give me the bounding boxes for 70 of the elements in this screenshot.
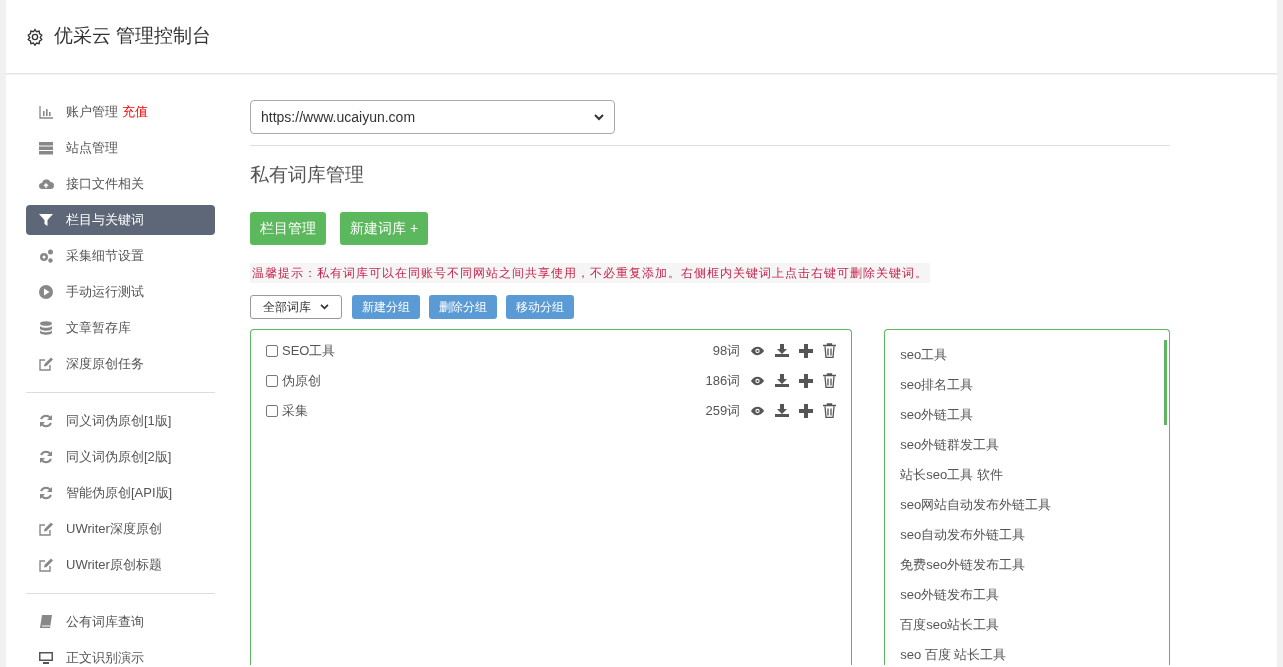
library-name: 伪原创 bbox=[282, 371, 321, 390]
sidebar-item[interactable]: 正文识别演示 bbox=[26, 643, 215, 667]
section-title: 私有词库管理 bbox=[250, 163, 365, 187]
bar-chart-icon bbox=[38, 104, 54, 120]
plus-icon[interactable] bbox=[799, 403, 814, 418]
keyword-item[interactable]: 百度seo站长工具 bbox=[900, 609, 1169, 640]
word-count: 186词 bbox=[705, 371, 741, 390]
cloud-upload-icon bbox=[38, 176, 54, 192]
database-icon bbox=[38, 320, 54, 336]
keyword-item[interactable]: 站长seo工具 软件 bbox=[900, 459, 1169, 490]
chevron-down-icon bbox=[320, 303, 329, 310]
trash-icon[interactable] bbox=[823, 373, 837, 388]
library-name: SEO工具 bbox=[282, 341, 336, 360]
refresh-icon bbox=[38, 485, 54, 501]
checkbox[interactable] bbox=[266, 344, 278, 357]
download-icon[interactable] bbox=[775, 344, 790, 357]
edit-icon bbox=[38, 356, 54, 372]
keyword-item[interactable]: 免费seo外链发布工具 bbox=[900, 549, 1169, 580]
filter-icon bbox=[38, 212, 54, 228]
refresh-icon bbox=[38, 413, 54, 429]
tip-text: 温馨提示：私有词库可以在同账号不同网站之间共享使用，不必重复添加。右侧框内关键词上点击右键可删除关键词。 bbox=[250, 262, 930, 283]
sidebar-item[interactable]: 智能伪原创[API版] bbox=[26, 478, 215, 508]
keyword-item[interactable]: seo自动发布外链工具 bbox=[900, 519, 1169, 550]
sidebar-item[interactable]: UWriter深度原创 bbox=[26, 514, 215, 544]
sidebar-item[interactable]: 接口文件相关 bbox=[26, 169, 215, 199]
server-icon bbox=[38, 140, 54, 156]
eye-icon[interactable] bbox=[750, 345, 766, 356]
recharge-link[interactable]: 充值 bbox=[122, 102, 148, 122]
keyword-item[interactable]: seo 百度 站长工具 bbox=[900, 639, 1169, 667]
play-icon bbox=[38, 284, 54, 300]
trash-icon[interactable] bbox=[823, 403, 837, 418]
chevron-down-icon bbox=[594, 113, 604, 121]
sidebar-item[interactable]: 同义词伪原创[1版] bbox=[26, 406, 215, 436]
word-count: 98词 bbox=[712, 341, 741, 360]
sidebar-item[interactable]: UWriter原创标题 bbox=[26, 550, 215, 580]
keyword-item[interactable]: seo网站自动发布外链工具 bbox=[900, 489, 1169, 520]
library-name: 采集 bbox=[282, 401, 308, 420]
sidebar-item[interactable]: 栏目与关键词 bbox=[26, 205, 215, 235]
sidebar-item[interactable]: 采集细节设置 bbox=[26, 241, 215, 271]
keyword-item[interactable]: seo外链群发工具 bbox=[900, 429, 1169, 460]
site-select[interactable]: https://www.ucaiyun.com bbox=[250, 100, 615, 134]
keyword-item[interactable]: seo排名工具 bbox=[900, 369, 1169, 400]
settings-icon bbox=[26, 27, 44, 46]
sidebar-item[interactable]: 深度原创任务 bbox=[26, 349, 215, 379]
checkbox[interactable] bbox=[266, 374, 278, 387]
book-icon bbox=[38, 614, 54, 630]
scrollbar-thumb[interactable] bbox=[1164, 339, 1167, 425]
plus-icon[interactable] bbox=[799, 343, 814, 358]
sidebar-item[interactable]: 站点管理 bbox=[26, 133, 215, 163]
eye-icon[interactable] bbox=[750, 405, 766, 416]
sidebar-item[interactable]: 手动运行测试 bbox=[26, 277, 215, 307]
library-select[interactable]: 全部词库 bbox=[250, 294, 342, 319]
keyword-item[interactable]: seo工具 bbox=[900, 339, 1169, 370]
refresh-icon bbox=[38, 449, 54, 465]
edit-icon bbox=[38, 557, 54, 573]
download-icon[interactable] bbox=[775, 404, 790, 417]
sidebar-item[interactable]: 公有词库查询 bbox=[26, 607, 215, 637]
keyword-item[interactable]: seo外链工具 bbox=[900, 399, 1169, 430]
trash-icon[interactable] bbox=[823, 343, 837, 358]
checkbox[interactable] bbox=[266, 404, 278, 417]
eye-icon[interactable] bbox=[750, 375, 766, 386]
sidebar-item[interactable]: 文章暂存库 bbox=[26, 313, 215, 343]
word-count: 259词 bbox=[705, 401, 741, 420]
sidebar-item[interactable]: 账户管理 充值 bbox=[26, 97, 215, 127]
download-icon[interactable] bbox=[775, 374, 790, 387]
sidebar-item[interactable]: 同义词伪原创[2版] bbox=[26, 442, 215, 472]
page-header-title: 优采云 管理控制台 bbox=[54, 24, 212, 49]
edit-icon bbox=[38, 521, 54, 537]
plus-icon[interactable] bbox=[799, 373, 814, 388]
keyword-item[interactable]: seo外链发布工具 bbox=[900, 579, 1169, 610]
